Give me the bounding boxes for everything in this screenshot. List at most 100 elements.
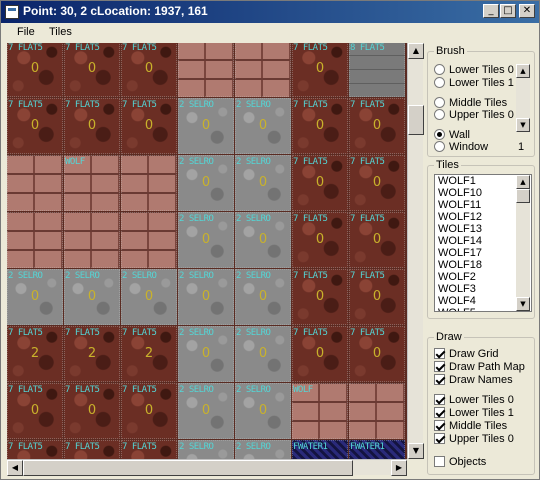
- map-tile[interactable]: 7 FLAT5 0: [349, 212, 405, 268]
- map-tile[interactable]: 2 SELRO0: [235, 269, 291, 325]
- map-tile[interactable]: [235, 43, 291, 97]
- map-tile[interactable]: 7 FLAT5 0: [349, 326, 405, 382]
- map-tile[interactable]: 2 SELRO0: [7, 269, 63, 325]
- map-tile[interactable]: 7 FLAT5 0: [292, 98, 348, 154]
- map-canvas[interactable]: 7 FLAT5 0 7 FLAT5 0 7 FLAT5 0 7 FLAT5 0 8 FLAT5 7…: [7, 43, 407, 459]
- map-tile[interactable]: 8 FLAT5: [349, 43, 405, 97]
- horizontal-scroll-thumb[interactable]: [23, 460, 353, 476]
- map-tile[interactable]: 7 FLAT5 0: [7, 383, 63, 439]
- tiles-scrollbar[interactable]: ▲ ▼: [516, 175, 530, 311]
- menu-tiles[interactable]: Tiles: [49, 26, 72, 38]
- map-tile[interactable]: 7 FLAT5 0: [349, 155, 405, 211]
- map-tile[interactable]: 7 FLAT5 0: [7, 43, 63, 97]
- map-tile[interactable]: 2 SELRO0: [178, 383, 234, 439]
- map-tile[interactable]: 7 FLAT5 0: [292, 155, 348, 211]
- title-bar[interactable]: Point: 30, 2 cLocation: 1937, 161 _ □ ✕: [1, 1, 539, 23]
- radio-icon[interactable]: [434, 77, 445, 88]
- map-tile[interactable]: 7 FLAT5 0: [292, 212, 348, 268]
- maximize-button[interactable]: □: [500, 4, 516, 18]
- map-tile[interactable]: 7 FLAT5 0: [349, 269, 405, 325]
- map-tile[interactable]: 2 SELRO0: [178, 440, 234, 459]
- map-tile[interactable]: 7 FLAT5 0: [292, 269, 348, 325]
- map-tile[interactable]: 7 FLAT52: [121, 440, 177, 459]
- map-tile[interactable]: 7 FLAT5 0: [349, 98, 405, 154]
- tiles-scroll-thumb[interactable]: [516, 189, 530, 203]
- draw-lower-tiles-1-checkbox[interactable]: Lower Tiles 1: [434, 407, 514, 421]
- scroll-up-button[interactable]: ▲: [408, 43, 424, 59]
- radio-icon[interactable]: [434, 141, 445, 152]
- app-icon[interactable]: [5, 5, 19, 19]
- map-tile[interactable]: 7 FLAT5 0: [7, 98, 63, 154]
- draw-middle-tiles-checkbox[interactable]: Middle Tiles: [434, 420, 507, 434]
- map-tile[interactable]: 7 FLAT5 0: [64, 383, 120, 439]
- map-tile[interactable]: 7 FLAT52: [64, 440, 120, 459]
- map-tile[interactable]: 7 FLAT5 0: [121, 383, 177, 439]
- draw-lower-tiles-0-checkbox[interactable]: Lower Tiles 0: [434, 394, 514, 408]
- brush-lower-tiles-0[interactable]: Lower Tiles 0: [434, 64, 514, 78]
- tiles-scroll-up-button[interactable]: ▲: [516, 175, 530, 189]
- map-tile[interactable]: FWATER12: [292, 440, 348, 459]
- map-tile[interactable]: [178, 43, 234, 97]
- brush-lower-tiles-1[interactable]: Lower Tiles 1: [434, 77, 514, 91]
- checkbox-checked-icon[interactable]: [434, 420, 445, 431]
- map-tile[interactable]: [121, 212, 177, 268]
- map-tile[interactable]: 7 FLAT5 0: [121, 43, 177, 97]
- map-tile[interactable]: FWATER12: [349, 440, 405, 459]
- map-tile[interactable]: 7 FLAT52: [7, 326, 63, 382]
- scroll-left-button[interactable]: ◀: [7, 460, 23, 476]
- checkbox-checked-icon[interactable]: [434, 374, 445, 385]
- map-tile[interactable]: 7 FLAT5 0: [292, 43, 348, 97]
- map-tile[interactable]: 2 SELRO0: [178, 326, 234, 382]
- map-vertical-scrollbar[interactable]: ▲ ▼: [407, 43, 424, 459]
- brush-scroll-up-button[interactable]: ▲: [516, 64, 530, 78]
- checkbox-checked-icon[interactable]: [434, 394, 445, 405]
- map-tile[interactable]: WOLF: [64, 155, 120, 211]
- radio-icon[interactable]: [434, 109, 445, 120]
- draw-objects-checkbox[interactable]: Objects: [434, 456, 486, 470]
- map-tile[interactable]: 2 SELRO0: [235, 326, 291, 382]
- radio-icon[interactable]: [434, 64, 445, 75]
- brush-scrollbar[interactable]: ▲ ▼: [516, 64, 530, 132]
- close-button[interactable]: ✕: [519, 4, 535, 18]
- map-tile[interactable]: 2 SELRO0: [178, 269, 234, 325]
- radio-selected-icon[interactable]: [434, 129, 445, 140]
- map-tile[interactable]: 7 FLAT5 0: [64, 43, 120, 97]
- map-tile[interactable]: 2 SELRO0: [235, 440, 291, 459]
- map-tile[interactable]: 7 FLAT52: [7, 440, 63, 459]
- brush-scroll-down-button[interactable]: ▼: [516, 118, 530, 132]
- map-tile[interactable]: 7 FLAT5 0: [292, 326, 348, 382]
- map-tile[interactable]: 2 SELRO0: [178, 98, 234, 154]
- map-tile[interactable]: 7 FLAT52: [64, 326, 120, 382]
- map-tile[interactable]: 2 SELRO0: [121, 269, 177, 325]
- radio-icon[interactable]: [434, 97, 445, 108]
- minimize-button[interactable]: _: [483, 4, 499, 18]
- map-tile[interactable]: 2 SELRO0: [178, 212, 234, 268]
- tiles-scroll-down-button[interactable]: ▼: [516, 297, 530, 311]
- map-tile[interactable]: 2 SELRO0: [64, 269, 120, 325]
- checkbox-checked-icon[interactable]: [434, 433, 445, 444]
- map-tile[interactable]: 2 SELRO0: [235, 98, 291, 154]
- checkbox-checked-icon[interactable]: [434, 407, 445, 418]
- map-tile[interactable]: 7 FLAT5 0: [121, 98, 177, 154]
- map-tile[interactable]: 2 SELRO0: [235, 212, 291, 268]
- scroll-down-button[interactable]: ▼: [408, 443, 424, 459]
- map-tile[interactable]: WOLF: [292, 383, 348, 439]
- map-tile[interactable]: 2 SELRO0: [235, 383, 291, 439]
- map-horizontal-scrollbar[interactable]: ◀ ▶: [7, 459, 407, 476]
- draw-names-checkbox[interactable]: Draw Names: [434, 374, 513, 388]
- checkbox-checked-icon[interactable]: [434, 361, 445, 372]
- draw-upper-tiles-0-checkbox[interactable]: Upper Tiles 0: [434, 433, 514, 447]
- map-tile[interactable]: [7, 155, 63, 211]
- draw-path-map-checkbox[interactable]: Draw Path Map: [434, 361, 525, 375]
- map-tile[interactable]: [7, 212, 63, 268]
- map-tile[interactable]: [64, 212, 120, 268]
- brush-upper-tiles-0[interactable]: Upper Tiles 0: [434, 109, 514, 123]
- map-tile[interactable]: 2 SELRO0: [235, 155, 291, 211]
- draw-grid-checkbox[interactable]: Draw Grid: [434, 348, 499, 362]
- scroll-right-button[interactable]: ▶: [391, 460, 407, 476]
- map-tile[interactable]: 7 FLAT52: [121, 326, 177, 382]
- map-tile[interactable]: 2 SELRO0: [178, 155, 234, 211]
- checkbox-icon[interactable]: [434, 456, 445, 467]
- map-tile[interactable]: 7 FLAT5 0: [64, 98, 120, 154]
- map-tile[interactable]: [121, 155, 177, 211]
